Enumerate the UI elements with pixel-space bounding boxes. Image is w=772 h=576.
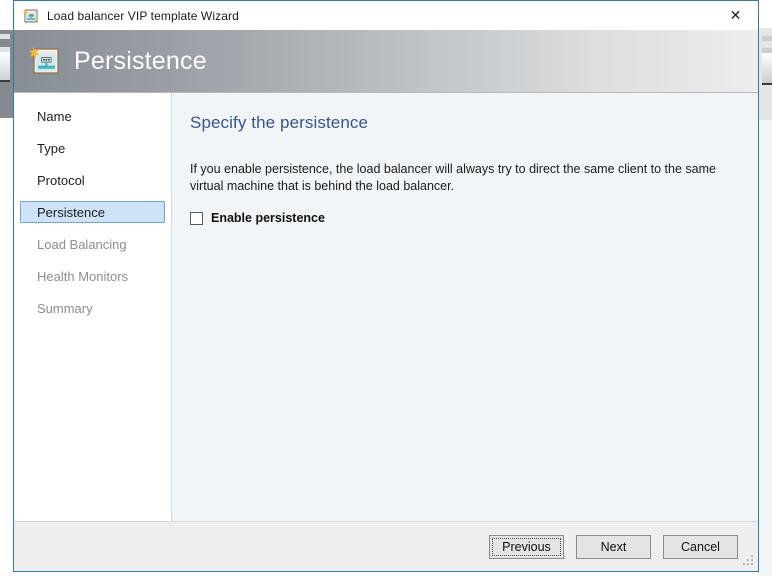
- background-shade-right: [762, 53, 772, 83]
- sidebar-item-label: Summary: [37, 300, 93, 316]
- sidebar-item-protocol[interactable]: Protocol: [20, 169, 165, 191]
- cancel-button[interactable]: Cancel: [663, 534, 738, 559]
- close-icon[interactable]: ✕: [713, 1, 758, 29]
- sidebar-item-label: Name: [37, 108, 72, 124]
- background-panel-right: [758, 120, 772, 576]
- background-strip-left-upper: [0, 34, 10, 39]
- previous-button[interactable]: Previous: [489, 534, 564, 559]
- sidebar-item-label: Load Balancing: [37, 236, 127, 252]
- sidebar-item-type[interactable]: Type: [20, 137, 165, 159]
- title-bar: Load balancer VIP template Wizard ✕: [14, 1, 758, 30]
- sidebar-item-label: Protocol: [37, 172, 85, 188]
- background-shade-left: [0, 52, 10, 80]
- content-heading: Specify the persistence: [190, 113, 369, 132]
- sidebar-item-load-balancing: Load Balancing: [20, 233, 165, 255]
- window-title: Load balancer VIP template Wizard: [47, 8, 239, 23]
- next-button[interactable]: Next: [576, 534, 651, 559]
- enable-persistence-row[interactable]: Enable persistence: [190, 211, 736, 225]
- sidebar-item-label: Type: [37, 140, 66, 156]
- wizard-window-icon: [22, 8, 38, 24]
- wizard-step-sidebar: Name Type Protocol Persistence Load Bala…: [14, 93, 172, 521]
- wizard-footer: Previous Next Cancel: [14, 521, 758, 571]
- background-line-left: [0, 80, 10, 82]
- sidebar-item-persistence[interactable]: Persistence: [20, 201, 165, 223]
- page-title: Persistence: [74, 46, 207, 75]
- sidebar-item-name[interactable]: Name: [20, 105, 165, 127]
- content-description: If you enable persistence, the load bala…: [190, 162, 716, 193]
- sidebar-item-label: Health Monitors: [37, 268, 129, 284]
- enable-persistence-checkbox[interactable]: [190, 211, 203, 225]
- wizard-window: Load balancer VIP template Wizard ✕ Pers…: [13, 0, 759, 572]
- background-strip-right-upper: [762, 36, 772, 41]
- sidebar-item-label: Persistence: [37, 204, 105, 220]
- enable-persistence-label: Enable persistence: [211, 211, 325, 225]
- wizard-content-pane: Specify the persistence If you enable pe…: [172, 93, 758, 521]
- wizard-body: Name Type Protocol Persistence Load Bala…: [14, 93, 758, 521]
- wizard-window-icon: [28, 45, 60, 77]
- sidebar-item-health-monitors: Health Monitors: [20, 265, 165, 287]
- resize-grip-icon[interactable]: [741, 555, 754, 568]
- sidebar-item-summary: Summary: [20, 297, 165, 319]
- wizard-banner: Persistence: [14, 30, 758, 93]
- background-line-right: [762, 83, 772, 85]
